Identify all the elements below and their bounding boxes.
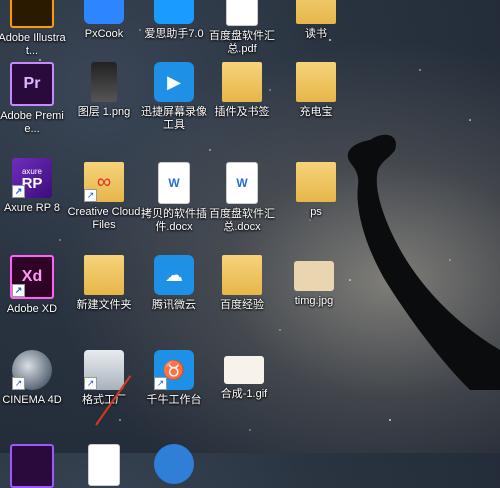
icon-label: 百度经验 bbox=[220, 299, 264, 311]
icon-label: Axure RP 8 bbox=[3, 202, 61, 214]
docx-icon: W bbox=[226, 162, 258, 204]
icon-label: Adobe XD bbox=[6, 303, 58, 315]
format-factory-icon: ↗ bbox=[84, 350, 124, 390]
folder-icon bbox=[222, 255, 262, 295]
creative-cloud-logo-icon: ∞ bbox=[96, 170, 112, 193]
docx-icon: W bbox=[158, 162, 190, 204]
premiere-glyph-text: Pr bbox=[23, 75, 41, 92]
desktop-icon-ps[interactable]: ps bbox=[278, 162, 354, 219]
icon-label: 迅捷屏幕录像工具 bbox=[141, 106, 207, 131]
desktop-icon-grid: Adobe Illustrat... PxCook 爱思助手7.0 百度盘软件汇… bbox=[0, 0, 500, 488]
desktop-icon-axure[interactable]: axure RP ↗ Axure RP 8 bbox=[0, 158, 70, 215]
shortcut-arrow-icon: ↗ bbox=[12, 185, 25, 198]
shortcut-arrow-icon: ↗ bbox=[84, 189, 97, 202]
cinema4d-icon: ↗ bbox=[12, 350, 52, 390]
desktop-icon-partial-1[interactable] bbox=[0, 444, 70, 488]
desktop-icon-partial-3[interactable] bbox=[136, 444, 212, 484]
icon-label: 爱思助手7.0 bbox=[144, 28, 204, 40]
icon-label: 合成-1.gif bbox=[220, 388, 268, 400]
desktop-icon-format-factory[interactable]: ↗ 格式工厂 bbox=[66, 350, 142, 407]
screen-recorder-icon: ▶ bbox=[154, 62, 194, 102]
word-w-icon: W bbox=[168, 176, 180, 190]
desktop-icon-plugins-bookmarks[interactable]: 插件及书签 bbox=[204, 62, 280, 119]
shortcut-arrow-icon: ↗ bbox=[154, 377, 167, 390]
aisi-icon bbox=[154, 0, 194, 24]
icon-label: Adobe Premie... bbox=[0, 110, 64, 135]
premiere-icon: Pr bbox=[10, 62, 54, 106]
desktop-icon-baidu-jingyan[interactable]: 百度经验 bbox=[204, 255, 280, 312]
pxcook-icon bbox=[84, 0, 124, 24]
file-icon bbox=[88, 444, 120, 486]
icon-label: 格式工厂 bbox=[82, 394, 126, 406]
icon-label: 充电宝 bbox=[299, 106, 333, 118]
shortcut-arrow-icon: ↗ bbox=[84, 377, 97, 390]
desktop-icon-gif[interactable]: 合成-1.gif bbox=[206, 350, 282, 401]
desktop-icon-creative-cloud-files[interactable]: ∞ ↗ Creative Cloud Files bbox=[66, 162, 142, 232]
folder-icon bbox=[296, 0, 336, 24]
creative-cloud-folder-icon: ∞ ↗ bbox=[84, 162, 124, 202]
qianniu-icon: ♉ ↗ bbox=[154, 350, 194, 390]
icon-label: 腾讯微云 bbox=[152, 299, 196, 311]
desktop-icon-new-folder[interactable]: 新建文件夹 bbox=[66, 255, 142, 312]
shortcut-arrow-icon: ↗ bbox=[12, 377, 25, 390]
desktop-icon-partial-2[interactable] bbox=[66, 444, 142, 486]
folder-icon bbox=[296, 62, 336, 102]
icon-label: 千牛工作台 bbox=[146, 394, 202, 406]
desktop-icon-qianniu[interactable]: ♉ ↗ 千牛工作台 bbox=[136, 350, 212, 407]
folder-icon bbox=[222, 62, 262, 102]
desktop-icon-dushu[interactable]: 读书 bbox=[278, 0, 354, 41]
desktop-icon-cinema4d[interactable]: ↗ CINEMA 4D bbox=[0, 350, 70, 407]
desktop-icon-weiyun[interactable]: ☁ 腾讯微云 bbox=[136, 255, 212, 312]
icon-label: 百度盘软件汇总.docx bbox=[209, 208, 275, 233]
icon-label: Creative Cloud Files bbox=[67, 206, 141, 231]
image-icon bbox=[294, 261, 334, 291]
desktop-icon-illustrator[interactable]: Adobe Illustrat... bbox=[0, 0, 70, 58]
axure-icon: axure RP ↗ bbox=[12, 158, 52, 198]
icon-label: Adobe Illustrat... bbox=[0, 32, 66, 57]
desktop-icon-pxcook[interactable]: PxCook bbox=[66, 0, 142, 41]
adobe-app-icon bbox=[10, 444, 54, 488]
gif-icon bbox=[224, 356, 264, 384]
folder-icon bbox=[296, 162, 336, 202]
illustrator-icon bbox=[10, 0, 54, 28]
pdf-icon bbox=[226, 0, 258, 26]
icon-label: CINEMA 4D bbox=[2, 394, 62, 406]
icon-label: timg.jpg bbox=[294, 295, 334, 307]
desktop-icon-premiere[interactable]: Pr Adobe Premie... bbox=[0, 62, 70, 136]
desktop-icon-baidu-docx[interactable]: W 百度盘软件汇总.docx bbox=[204, 162, 280, 234]
weiyun-icon: ☁ bbox=[154, 255, 194, 295]
icon-label: 插件及书签 bbox=[214, 106, 270, 118]
icon-label: 读书 bbox=[305, 28, 327, 40]
icon-label: 拷贝的软件插件.docx bbox=[141, 208, 207, 233]
desktop-icon-screen-recorder[interactable]: ▶ 迅捷屏幕录像工具 bbox=[136, 62, 212, 132]
image-icon bbox=[91, 62, 117, 102]
desktop-icon-timg-jpg[interactable]: timg.jpg bbox=[276, 255, 352, 308]
desktop-icon-copied-software-docx[interactable]: W 拷贝的软件插件.docx bbox=[136, 162, 212, 234]
icon-label: 图层 1.png bbox=[77, 106, 131, 118]
browser-icon bbox=[154, 444, 194, 484]
desktop-icon-aisi[interactable]: 爱思助手7.0 bbox=[136, 0, 212, 41]
desktop-icon-adobe-xd[interactable]: Xd ↗ Adobe XD bbox=[0, 255, 70, 316]
desktop-icon-baidu-pdf[interactable]: 百度盘软件汇总.pdf bbox=[204, 0, 280, 56]
icon-label: PxCook bbox=[84, 28, 124, 40]
folder-icon bbox=[84, 255, 124, 295]
desktop-icon-layer-png[interactable]: 图层 1.png bbox=[66, 62, 142, 119]
icon-label: ps bbox=[310, 206, 322, 218]
shortcut-arrow-icon: ↗ bbox=[12, 284, 25, 297]
word-w-icon: W bbox=[236, 176, 248, 190]
icon-label: 新建文件夹 bbox=[76, 299, 132, 311]
desktop-icon-power-bank[interactable]: 充电宝 bbox=[278, 62, 354, 119]
icon-label: 百度盘软件汇总.pdf bbox=[209, 30, 275, 55]
xd-icon: Xd ↗ bbox=[10, 255, 54, 299]
